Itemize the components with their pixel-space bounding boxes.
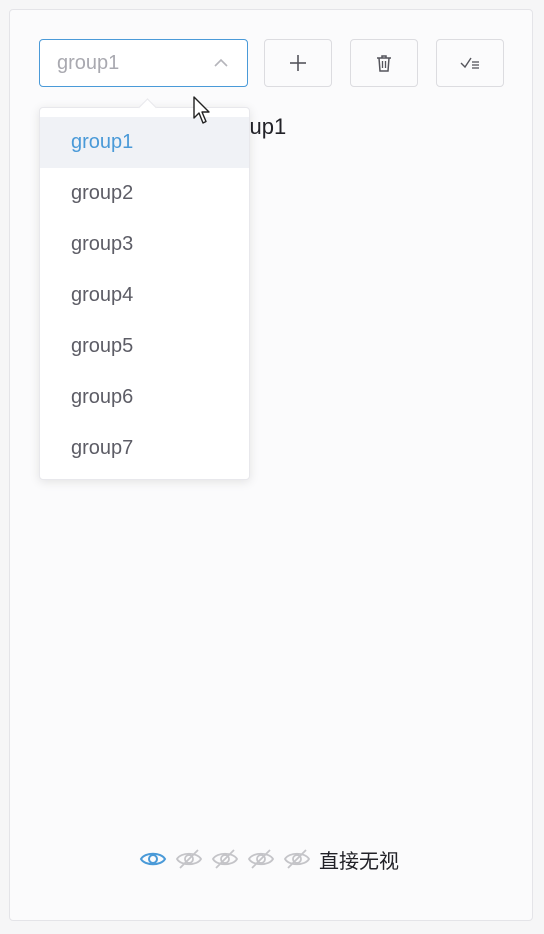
dropdown-option-group3[interactable]: group3 (40, 219, 249, 270)
plus-icon (290, 55, 306, 71)
add-button[interactable] (264, 39, 332, 87)
visibility-level-label: 直接无视 (319, 850, 399, 873)
visibility-level-row: 直接无视 (139, 844, 399, 874)
delete-button[interactable] (350, 39, 418, 87)
eye-off-icon[interactable] (175, 848, 203, 870)
chevron-up-icon (214, 58, 228, 67)
dropdown-option-group4[interactable]: group4 (40, 270, 249, 321)
trash-icon (377, 55, 391, 72)
eye-off-icon[interactable] (247, 848, 275, 870)
dropdown-option-group5[interactable]: group5 (40, 321, 249, 372)
eye-off-icon[interactable] (283, 848, 311, 870)
group-select[interactable]: group1 (39, 39, 248, 87)
group-select-value: group1 (57, 51, 120, 74)
dropdown-option-group1[interactable]: group1 (40, 117, 249, 168)
dropdown-option-group6[interactable]: group6 (40, 372, 249, 423)
mouse-cursor-icon (193, 96, 210, 124)
check-list-icon (460, 57, 479, 69)
eye-icon[interactable] (139, 848, 167, 870)
dropdown-option-group2[interactable]: group2 (40, 168, 249, 219)
dropdown-option-group7[interactable]: group7 (40, 423, 249, 474)
check-list-button[interactable] (436, 39, 504, 87)
eye-off-icon[interactable] (211, 848, 239, 870)
group-dropdown-menu: group1 group2 group3 group4 group5 group… (39, 98, 250, 480)
